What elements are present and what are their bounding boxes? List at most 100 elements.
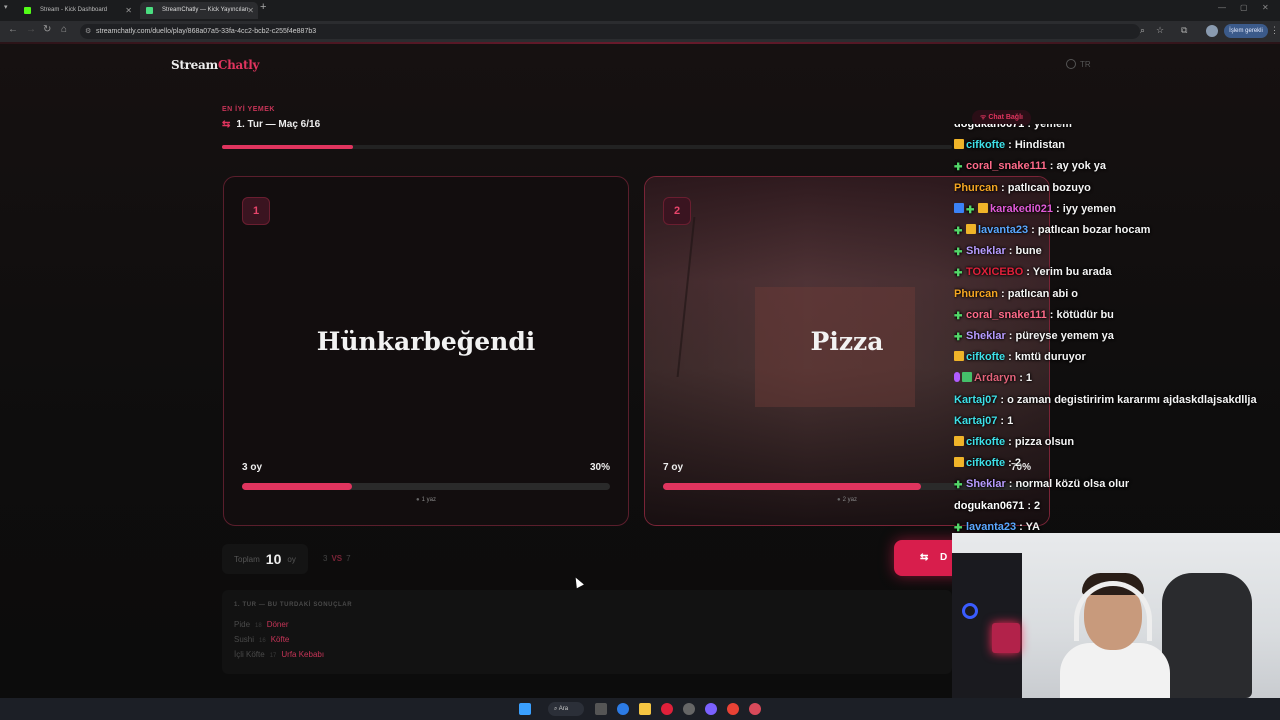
chat-message: Sheklar: bune xyxy=(954,245,1042,258)
chat-text: : yemem xyxy=(1027,124,1072,130)
windows-start-icon[interactable] xyxy=(519,703,531,715)
option-name: Hünkarbeğendi xyxy=(316,327,536,356)
total-unit: oy xyxy=(287,554,296,564)
round-title: ⇆ 1. Tur — Maç 6/16 xyxy=(222,119,320,130)
chat-username: Ardaryn xyxy=(974,372,1017,385)
plus-badge-icon xyxy=(954,312,964,322)
chat-message: Ardaryn: 1 xyxy=(954,372,1032,384)
option-card-1[interactable]: 1 Hünkarbeğendi 3 oy 30% ● 1 yaz xyxy=(223,176,629,526)
plus-badge-icon xyxy=(954,248,964,258)
results-heading: 1. TUR — BU TURDAKİ SONUÇLAR xyxy=(234,602,353,608)
total-label: Toplam xyxy=(234,554,260,564)
extensions-icon[interactable]: ⧉ xyxy=(1181,25,1187,36)
chat-text: : 2 xyxy=(1027,499,1041,512)
url-field[interactable]: ⚙ streamchatly.com/duello/play/868a07a5-… xyxy=(80,24,1140,39)
plus-badge-icon xyxy=(966,206,976,216)
chat-username: Sheklar xyxy=(966,478,1006,491)
tab-search-icon[interactable]: ▾ xyxy=(4,3,8,11)
back-icon[interactable]: ← xyxy=(8,24,18,35)
option-votes: 3 oy xyxy=(242,462,263,473)
result-loser: Pide xyxy=(234,620,251,629)
vs-left-score: 3 xyxy=(323,554,328,563)
browser-menu-icon[interactable]: ⋮ xyxy=(1270,25,1279,36)
taskbar-search[interactable]: ⌕ Ara xyxy=(548,702,584,716)
chat-message: Sheklar: püreyse yemem ya xyxy=(954,330,1114,343)
chat-username: Phurcan xyxy=(954,181,999,194)
streamchatly-logo[interactable]: StreamChatly xyxy=(171,58,259,72)
close-tab-icon[interactable]: ✕ xyxy=(125,2,132,19)
chat-text: : patlıcan bozuyo xyxy=(1001,181,1091,194)
hint-text: 2 yaz xyxy=(842,497,857,503)
bookmark-star-icon[interactable]: ☆ xyxy=(1156,25,1164,36)
sub-badge-icon xyxy=(954,139,964,150)
chat-username: Phurcan xyxy=(954,287,999,300)
sub-badge-icon xyxy=(966,224,976,234)
home-icon[interactable]: ⌂ xyxy=(61,24,67,35)
chat-bubble-icon: ● xyxy=(416,497,420,503)
browser-tab-bar: ▾ Stream - Kick Dashboard ✕ StreamChatly… xyxy=(0,0,1280,21)
chat-message: coral_snake111: ay yok ya xyxy=(954,160,1106,173)
tab-kick-dashboard[interactable]: Stream - Kick Dashboard ✕ xyxy=(18,2,136,19)
chat-text: : ay yok ya xyxy=(1049,160,1107,173)
chat-message: Phurcan: patlıcan abi o xyxy=(954,288,1078,300)
chat-username: karakedi021 xyxy=(990,202,1053,215)
plus-badge-icon xyxy=(954,269,964,279)
option-number-badge: 2 xyxy=(663,197,691,225)
tab-streamchatly[interactable]: StreamChatly — Kick Yayıncıları ✕ xyxy=(140,2,258,19)
chat-message: Kartaj07: o zaman degistiririm kararımı … xyxy=(954,394,1257,406)
chrome-icon[interactable] xyxy=(727,703,739,715)
chat-message: Sheklar: normal közü olsa olur xyxy=(954,478,1129,491)
app-icon[interactable] xyxy=(749,703,761,715)
plus-badge-icon xyxy=(954,481,964,491)
taskbar-search-label: Ara xyxy=(558,706,569,712)
sub-badge-icon xyxy=(954,436,964,446)
close-window-icon[interactable]: ✕ xyxy=(1262,3,1269,12)
chat-username: coral_snake111 xyxy=(966,308,1047,321)
file-explorer-icon[interactable] xyxy=(639,703,651,715)
chat-message: lavanta23: patlıcan bozar hocam xyxy=(954,224,1150,237)
chat-message: TOXICEBO: Yerim bu arada xyxy=(954,266,1112,279)
chat-message: dogukan0671: yemem xyxy=(954,124,1072,130)
zoom-icon[interactable]: ⌕ xyxy=(1140,25,1145,36)
round-label: 1. Tur — Maç 6/16 xyxy=(236,119,321,130)
reload-icon[interactable]: ↻ xyxy=(43,24,51,35)
language-switch[interactable]: TR xyxy=(1066,59,1091,69)
forward-icon[interactable]: → xyxy=(26,24,36,35)
site-info-icon[interactable]: ⚙ xyxy=(85,24,91,39)
webcam-chair xyxy=(1162,573,1252,698)
result-row: Pide 18 Döner xyxy=(234,620,289,629)
chat-text: : pizza olsun xyxy=(1008,436,1075,448)
edge-icon[interactable] xyxy=(617,703,629,715)
new-tab-button[interactable]: + xyxy=(260,1,266,13)
maximize-icon[interactable]: ▢ xyxy=(1240,3,1248,12)
address-bar-row: ← → ↻ ⌂ ⚙ streamchatly.com/duello/play/8… xyxy=(0,21,1280,42)
chat-message: cifkofte: pizza olsun xyxy=(954,436,1074,448)
chat-text: : püreyse yemem ya xyxy=(1008,330,1114,342)
chat-message: cifkofte: 2 xyxy=(954,457,1021,469)
chat-username: cifkofte xyxy=(966,457,1006,470)
action-required-button[interactable]: İşlem gerekli xyxy=(1224,24,1268,38)
round-results-panel: 1. TUR — BU TURDAKİ SONUÇLAR Pide 18 Döner… xyxy=(222,590,952,674)
task-view-icon[interactable] xyxy=(595,703,607,715)
chat-username: cifkofte xyxy=(966,436,1006,448)
sub-badge-icon xyxy=(978,202,988,213)
obs-icon[interactable] xyxy=(683,703,695,715)
url-text: streamchatly.com/duello/play/868a07a5-33… xyxy=(96,28,317,35)
chat-username: lavanta23 xyxy=(966,520,1017,533)
green-badge-icon xyxy=(962,372,972,383)
option-vote-fill xyxy=(242,483,353,490)
result-score: 16 xyxy=(259,638,266,644)
result-row: Sushi 16 Köfte xyxy=(234,635,289,644)
plus-badge-icon xyxy=(954,227,964,237)
mic-badge-icon xyxy=(954,372,960,383)
minimize-icon[interactable]: — xyxy=(1218,3,1226,12)
kick-favicon-icon xyxy=(24,7,31,14)
chat-username: cifkofte xyxy=(966,351,1006,364)
tab-title: StreamChatly — Kick Yayıncıları xyxy=(162,7,249,13)
option-vote-bar xyxy=(242,483,610,490)
profile-avatar[interactable] xyxy=(1206,25,1218,37)
opera-icon[interactable] xyxy=(661,703,673,715)
discord-icon[interactable] xyxy=(705,703,717,715)
close-tab-icon[interactable]: ✕ xyxy=(247,2,254,19)
mouse-cursor-icon xyxy=(572,575,584,589)
